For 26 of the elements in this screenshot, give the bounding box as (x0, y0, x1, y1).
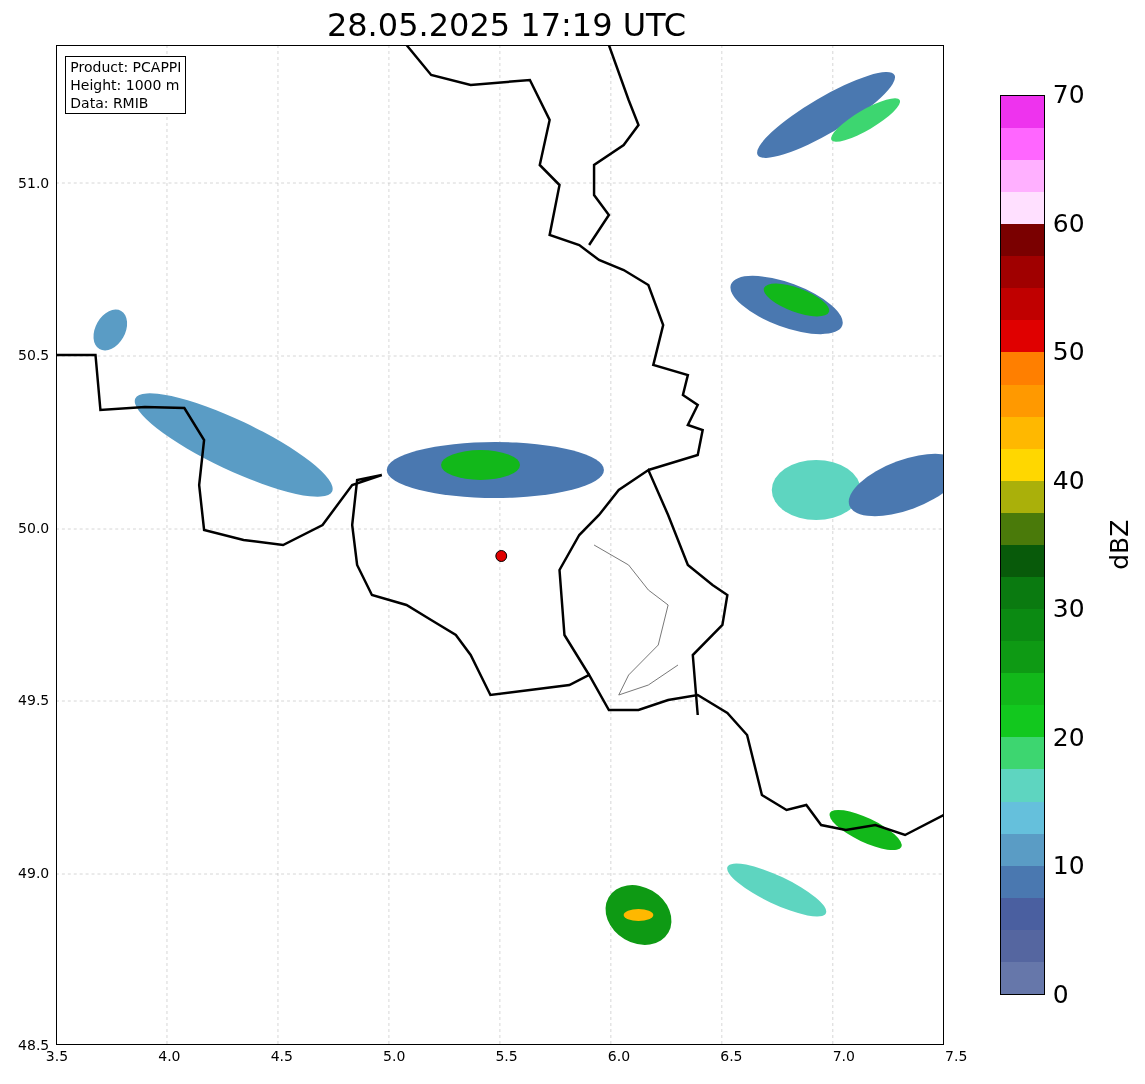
axis-tick-label: 7.5 (945, 1048, 968, 1064)
axis-tick-label: 4.5 (270, 1048, 293, 1064)
colorbar-tick-label: 0 (1052, 981, 1069, 1009)
axis-tick-label: 50.0 (18, 519, 50, 536)
axis-tick-label: 6.0 (607, 1048, 631, 1064)
axis-tick-label: 49.0 (18, 864, 50, 881)
colorbar-tick-label: 50 (1052, 338, 1085, 367)
axis-tick-label: 4.0 (158, 1048, 181, 1064)
chart-title: 28.05.2025 17:19 UTC (326, 5, 687, 45)
axis-tick-label: 5.0 (383, 1048, 406, 1064)
colorbar-tick-label: 30 (1052, 595, 1085, 624)
axis-tick-label: 51.0 (18, 175, 50, 191)
colorbar-tick-label: 60 (1052, 209, 1085, 238)
colorbar-tick-label: 70 (1052, 81, 1085, 109)
axis-tick-label: 7.0 (832, 1048, 855, 1064)
colorbar-tick-label: 10 (1052, 852, 1085, 881)
colorbar-label: dBZ (1104, 519, 1136, 571)
info-text: Height: 1000 m (70, 76, 181, 94)
axis-tick-label: 50.5 (18, 347, 50, 364)
info-text: Data: RMIB (70, 94, 150, 112)
info-text: Product: PCAPPI (70, 58, 182, 76)
colorbar-tick-label: 20 (1052, 723, 1085, 752)
axis-tick-label: 6.5 (720, 1048, 743, 1064)
colorbar-tick-label: 40 (1052, 466, 1085, 495)
axis-tick-label: 49.5 (18, 692, 50, 709)
axis-tick-label: 5.5 (495, 1048, 518, 1064)
